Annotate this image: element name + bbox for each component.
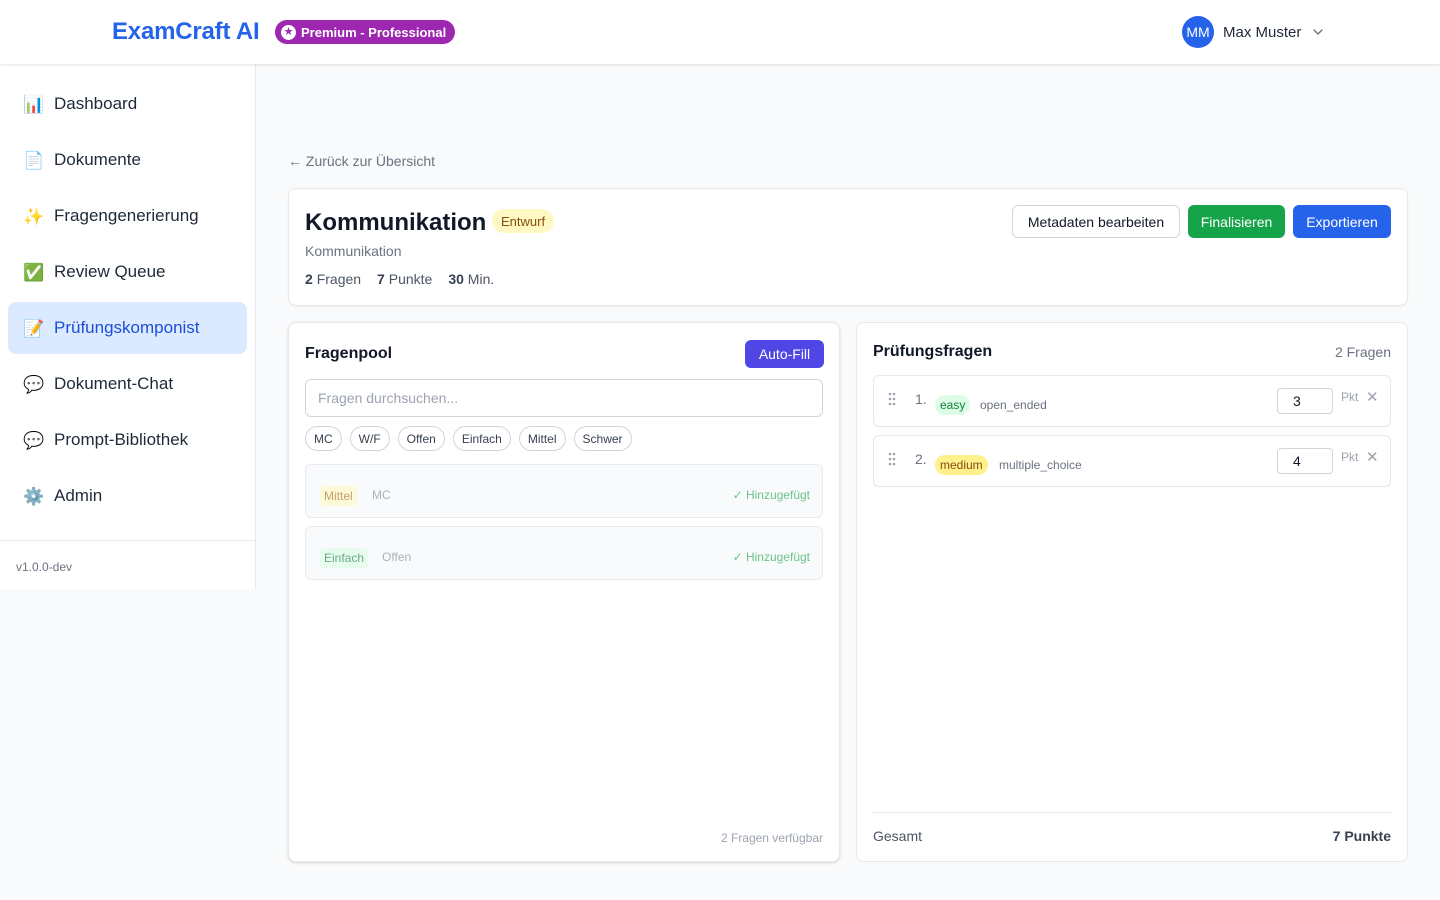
- sparkles-icon: ✨: [23, 206, 45, 226]
- app-logo[interactable]: ExamCraft AI: [112, 18, 260, 46]
- filter-chip-medium[interactable]: Mittel: [518, 426, 566, 451]
- sidebar-item-label: Fragengenerierung: [54, 206, 199, 225]
- difficulty-tag: easy: [935, 395, 971, 415]
- sidebar-item-label: Admin: [54, 486, 103, 505]
- stat-duration-label: Min.: [467, 271, 495, 287]
- exam-questions-title: Prüfungsfragen: [873, 343, 993, 360]
- question-number: 2.: [915, 451, 927, 467]
- question-type: multiple_choice: [999, 458, 1082, 472]
- points-input[interactable]: [1277, 448, 1333, 474]
- sidebar-item-admin[interactable]: ⚙️ Admin: [8, 470, 247, 522]
- question-pool-panel: Fragenpool Auto-Fill MC W/F Offen Einfac…: [288, 322, 840, 862]
- finalize-button[interactable]: Finalisieren: [1188, 205, 1285, 238]
- stat-questions-value: 2: [305, 271, 313, 287]
- bar-chart-icon: 📊: [23, 94, 45, 114]
- app-version: v1.0.0-dev: [0, 540, 255, 589]
- sidebar-item-pruefungskomponist[interactable]: 📝 Prüfungskomponist: [8, 302, 247, 354]
- drag-handle-icon[interactable]: [888, 392, 896, 406]
- exam-title: Kommunikation: [305, 209, 487, 236]
- sidebar-item-dashboard[interactable]: 📊 Dashboard: [8, 78, 247, 130]
- exam-subtitle: Kommunikation: [305, 243, 402, 259]
- exam-header-card: Kommunikation Entwurf Kommunikation 2 Fr…: [288, 188, 1408, 306]
- difficulty-tag: medium: [935, 455, 988, 475]
- filter-chip-mc[interactable]: MC: [305, 426, 342, 451]
- premium-badge-label: Premium - Professional: [301, 24, 447, 40]
- stat-questions-label: Fragen: [316, 271, 362, 287]
- points-unit: Pkt: [1341, 450, 1359, 464]
- status-badge: Entwurf: [492, 209, 555, 233]
- back-link[interactable]: ← Zurück zur Übersicht: [288, 153, 435, 169]
- export-button[interactable]: Exportieren: [1293, 205, 1391, 238]
- exam-question-item[interactable]: 2. medium multiple_choice Pkt ✕: [873, 435, 1391, 487]
- memo-icon: 📝: [23, 318, 45, 338]
- points-unit: Pkt: [1341, 390, 1359, 404]
- stat-points-label: Punkte: [388, 271, 433, 287]
- filter-chip-open[interactable]: Offen: [397, 426, 445, 451]
- exam-total-row: Gesamt 7 Punkte: [873, 812, 1391, 844]
- top-header: ExamCraft AI ★ Premium - Professional MM…: [0, 0, 1440, 64]
- question-type: MC: [372, 488, 391, 502]
- question-pool-title: Fragenpool: [305, 345, 393, 362]
- filter-chip-hard[interactable]: Schwer: [573, 426, 632, 451]
- pool-count: 2 Fragen verfügbar: [720, 831, 823, 845]
- stat-points: 7 Punkte: [377, 271, 432, 287]
- added-status: ✓ Hinzugefügt: [732, 488, 810, 502]
- star-icon: ★: [281, 24, 296, 40]
- added-status: ✓ Hinzugefügt: [732, 550, 810, 564]
- question-type: Offen: [382, 550, 412, 564]
- filter-chip-easy[interactable]: Einfach: [452, 426, 511, 451]
- stat-questions: 2 Fragen: [305, 271, 361, 287]
- premium-badge: ★ Premium - Professional: [275, 20, 456, 44]
- sidebar-item-label: Prüfungskomponist: [54, 318, 200, 337]
- sidebar-item-prompt-bibliothek[interactable]: 💬 Prompt-Bibliothek: [8, 414, 247, 466]
- document-icon: 📄: [23, 150, 45, 170]
- exam-questions-count: 2 Fragen: [1334, 344, 1391, 360]
- question-type: open_ended: [980, 398, 1047, 412]
- chat-icon: 💬: [23, 430, 45, 450]
- chevron-down-icon: [1313, 29, 1324, 35]
- user-name: Max Muster: [1223, 23, 1302, 41]
- sidebar: 📊 Dashboard 📄 Dokumente ✨ Fragengenerier…: [0, 64, 256, 589]
- remove-question-icon[interactable]: ✕: [1366, 450, 1379, 465]
- sidebar-item-label: Dokument-Chat: [54, 374, 174, 393]
- sidebar-item-label: Dashboard: [54, 94, 138, 113]
- gear-icon: ⚙️: [23, 486, 45, 506]
- pool-question-item[interactable]: Mittel MC ✓ Hinzugefügt: [305, 464, 823, 518]
- avatar: MM: [1182, 16, 1214, 48]
- points-input[interactable]: [1277, 388, 1333, 414]
- difficulty-tag: Einfach: [320, 548, 369, 568]
- sidebar-item-dokument-chat[interactable]: 💬 Dokument-Chat: [8, 358, 247, 410]
- stat-duration: 30 Min.: [448, 271, 494, 287]
- sidebar-item-review-queue[interactable]: ✅ Review Queue: [8, 246, 247, 298]
- sidebar-item-fragengenerierung[interactable]: ✨ Fragengenerierung: [8, 190, 247, 242]
- chat-icon: 💬: [23, 374, 45, 394]
- filter-chip-true-false[interactable]: W/F: [349, 426, 390, 451]
- stat-points-value: 7: [377, 271, 385, 287]
- stat-duration-value: 30: [448, 271, 464, 287]
- check-icon: ✅: [23, 262, 45, 282]
- auto-fill-button[interactable]: Auto-Fill: [745, 340, 824, 368]
- filter-chips: MC W/F Offen Einfach Mittel Schwer: [305, 426, 632, 451]
- sidebar-item-label: Prompt-Bibliothek: [54, 430, 189, 449]
- user-menu[interactable]: MM Max Muster: [1182, 16, 1326, 48]
- sidebar-item-label: Review Queue: [54, 262, 166, 281]
- exam-stats: 2 Fragen 7 Punkte 30 Min.: [305, 271, 494, 287]
- question-number: 1.: [915, 391, 927, 407]
- remove-question-icon[interactable]: ✕: [1366, 390, 1379, 405]
- total-label: Gesamt: [873, 828, 923, 844]
- total-points: 7 Punkte: [1332, 828, 1391, 844]
- exam-questions-panel: Prüfungsfragen 2 Fragen 1. easy open_end…: [856, 322, 1408, 862]
- sidebar-item-label: Dokumente: [54, 150, 141, 169]
- drag-handle-icon[interactable]: [888, 452, 896, 466]
- sidebar-nav: 📊 Dashboard 📄 Dokumente ✨ Fragengenerier…: [0, 64, 255, 522]
- exam-question-item[interactable]: 1. easy open_ended Pkt ✕: [873, 375, 1391, 427]
- pool-question-item[interactable]: Einfach Offen ✓ Hinzugefügt: [305, 526, 823, 580]
- sidebar-item-dokumente[interactable]: 📄 Dokumente: [8, 134, 247, 186]
- difficulty-tag: Mittel: [320, 486, 357, 506]
- search-input[interactable]: [305, 379, 823, 417]
- edit-metadata-button[interactable]: Metadaten bearbeiten: [1012, 205, 1180, 238]
